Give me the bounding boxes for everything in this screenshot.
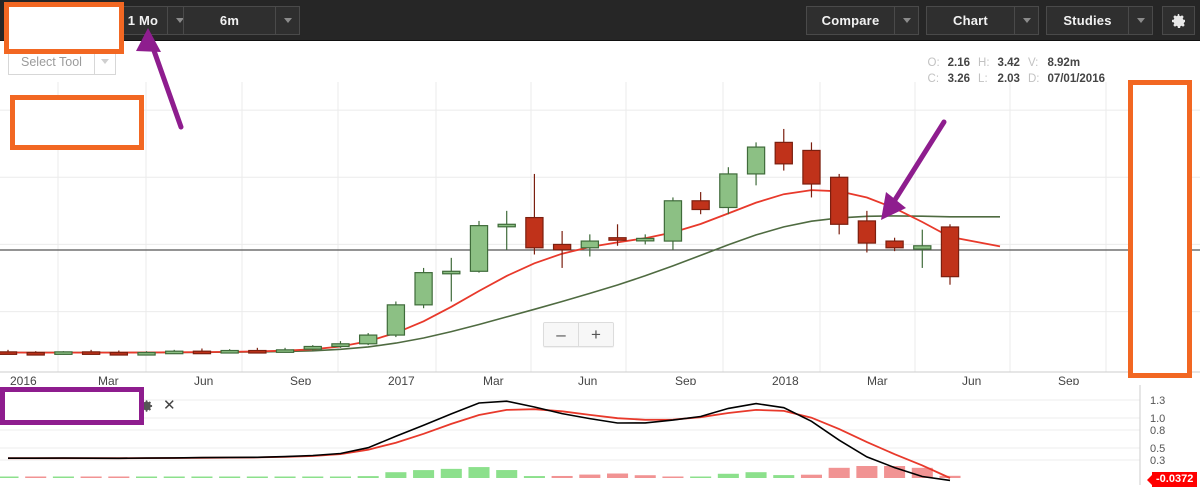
studies-dropdown-caret[interactable]: [1129, 6, 1153, 35]
macd-histogram-bar: [274, 476, 296, 478]
chevron-down-icon: [1136, 18, 1145, 23]
redaction-box-indicator-label: [0, 387, 144, 425]
zoom-controls[interactable]: – +: [543, 322, 614, 347]
macd-histogram-bar: [496, 470, 518, 478]
chart-button[interactable]: Chart: [926, 6, 1015, 35]
compare-control-group: Compare: [806, 6, 919, 35]
ohlc-volume-key: V:: [1027, 57, 1039, 69]
macd-histogram-bar: [690, 476, 712, 478]
macd-chart-svg[interactable]: 1.3 1.00.8 0.50.3: [0, 385, 1200, 500]
gear-icon: [1171, 13, 1185, 28]
macd-histogram-bar: [607, 473, 629, 478]
macd-current-value-badge: -0.0372: [1146, 472, 1198, 487]
ohlc-open-value: 2.16: [947, 57, 971, 69]
studies-control-group: Studies: [1046, 6, 1153, 35]
compare-button[interactable]: Compare: [806, 6, 895, 35]
chevron-down-icon: [902, 18, 911, 23]
macd-histogram-bar: [634, 475, 656, 478]
settings-button[interactable]: [1162, 6, 1195, 35]
studies-button[interactable]: Studies: [1046, 6, 1129, 35]
macd-y-tick-label: 0.5: [1150, 443, 1165, 455]
ohlc-volume-value: 8.92m: [1047, 57, 1081, 69]
settings-control-group: [1162, 6, 1195, 35]
macd-histogram-bar: [773, 475, 795, 478]
macd-histogram-bar: [440, 468, 462, 478]
chart-application: 1 Mo 6m Compare Chart Studies Select Too…: [0, 0, 1200, 500]
macd-histogram-bar: [329, 476, 351, 478]
ohlc-high-value: 3.42: [997, 57, 1020, 69]
macd-histogram-bar: [662, 476, 684, 478]
x-axis-tick-label: Mar: [867, 374, 888, 385]
zoom-in-button[interactable]: +: [579, 323, 613, 346]
x-axis-tick-label: Sep: [675, 374, 697, 385]
x-axis-tick-label: Mar: [483, 374, 504, 385]
macd-y-tick-label: 1.0: [1150, 413, 1165, 425]
macd-histogram-bar: [191, 476, 213, 478]
macd-histogram-bar: [163, 476, 185, 478]
redaction-box-price-axis: [1128, 80, 1192, 378]
x-axis-tick-label: 2016: [10, 374, 37, 385]
macd-histogram-bar: [302, 476, 324, 478]
ohlc-high-key: H:: [978, 57, 990, 69]
macd-indicator-panel[interactable]: 1.3 1.0 0.8 0.5 0.3: [0, 385, 1200, 500]
macd-close-icon[interactable]: ✕: [163, 398, 176, 413]
chevron-down-icon: [283, 18, 292, 23]
interval-control-group: 1 Mo: [118, 6, 192, 35]
x-axis-tick-label: 2018: [772, 374, 799, 385]
macd-y-tick-label: 0.8: [1150, 425, 1165, 437]
macd-histogram-bar: [108, 476, 130, 478]
macd-histogram-bar: [717, 473, 739, 478]
macd-histogram-bar: [745, 472, 767, 478]
macd-histogram-bar: [856, 466, 878, 478]
x-axis-tick-label: Sep: [290, 374, 312, 385]
ohlc-open-key: O:: [927, 57, 940, 69]
chart-control-group: Chart: [926, 6, 1039, 35]
interval-button[interactable]: 1 Mo: [118, 6, 168, 35]
macd-histogram-bar: [0, 476, 19, 478]
macd-histogram-bar: [385, 472, 407, 478]
macd-histogram-bar: [219, 476, 241, 478]
x-axis-tick-label: Mar: [98, 374, 119, 385]
chevron-down-icon: [1022, 18, 1031, 23]
macd-histogram-bar: [551, 475, 573, 478]
chart-dropdown-caret[interactable]: [1015, 6, 1039, 35]
macd-histogram-bar: [828, 467, 850, 478]
macd-y-axis-labels: 1.3 1.00.8 0.50.3: [1150, 395, 1165, 467]
range-dropdown-caret[interactable]: [276, 6, 300, 35]
x-axis-tick-label: Jun: [194, 374, 213, 385]
macd-histogram-bar: [800, 474, 822, 478]
macd-histogram-bar: [413, 470, 435, 478]
macd-histogram-bar: [468, 467, 490, 478]
macd-histogram-bar: [80, 476, 102, 478]
top-toolbar: 1 Mo 6m Compare Chart Studies: [0, 0, 1200, 41]
macd-histogram-bar: [579, 474, 601, 478]
range-control-group: 6m: [183, 6, 300, 35]
macd-histogram-bar: [136, 476, 158, 478]
macd-histogram-bar: [52, 476, 74, 478]
macd-y-tick-label: 0.3: [1150, 455, 1165, 467]
macd-histogram-bar: [246, 476, 268, 478]
range-button[interactable]: 6m: [183, 6, 276, 35]
zoom-out-button[interactable]: –: [544, 323, 578, 346]
chevron-down-icon: [100, 59, 109, 64]
redaction-box-symbol-field: [4, 2, 124, 54]
compare-dropdown-caret[interactable]: [895, 6, 919, 35]
macd-histogram-bar: [523, 476, 545, 478]
x-axis-tick-label: Jun: [962, 374, 981, 385]
macd-histogram-bar: [25, 476, 47, 478]
macd-background: [0, 385, 1200, 500]
x-axis-tick-label: Sep: [1058, 374, 1080, 385]
x-axis-tick-label: Jun: [578, 374, 597, 385]
redaction-box-chart-legend: [10, 95, 144, 150]
macd-y-tick-label: 1.3: [1150, 395, 1165, 407]
x-axis-tick-label: 2017: [388, 374, 415, 385]
macd-histogram-bar: [357, 476, 379, 478]
